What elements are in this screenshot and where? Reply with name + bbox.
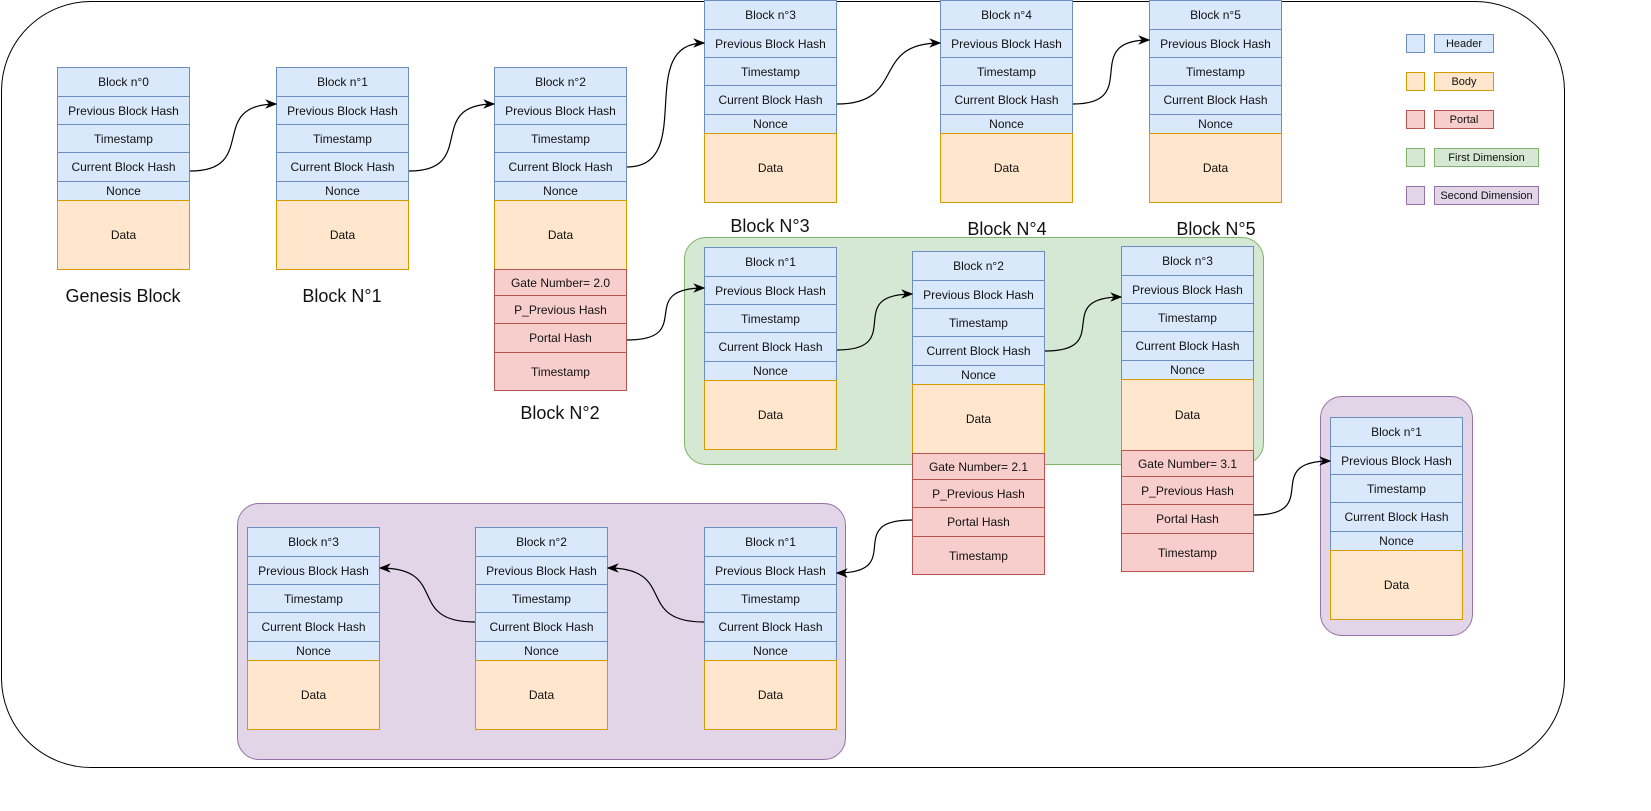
hash-link-arrow [1072,35,1151,105]
hash-link-arrow [408,99,496,172]
hash-link-arrow [378,563,476,623]
hash-link-arrow [835,519,913,578]
hash-link-arrow [1253,456,1332,516]
hash-link-arrow [836,289,914,351]
hash-link-arrow [836,38,942,105]
diagram-canvas: Block n°0 Previous Block Hash Timestamp Cur… [0,0,1651,811]
arrows-layer [189,35,1332,623]
hash-link-arrow [626,38,706,168]
hash-link-arrow [606,563,705,623]
hash-link-arrow [626,283,706,341]
hash-link-arrow [1044,292,1123,352]
hash-link-arrow [189,99,278,172]
